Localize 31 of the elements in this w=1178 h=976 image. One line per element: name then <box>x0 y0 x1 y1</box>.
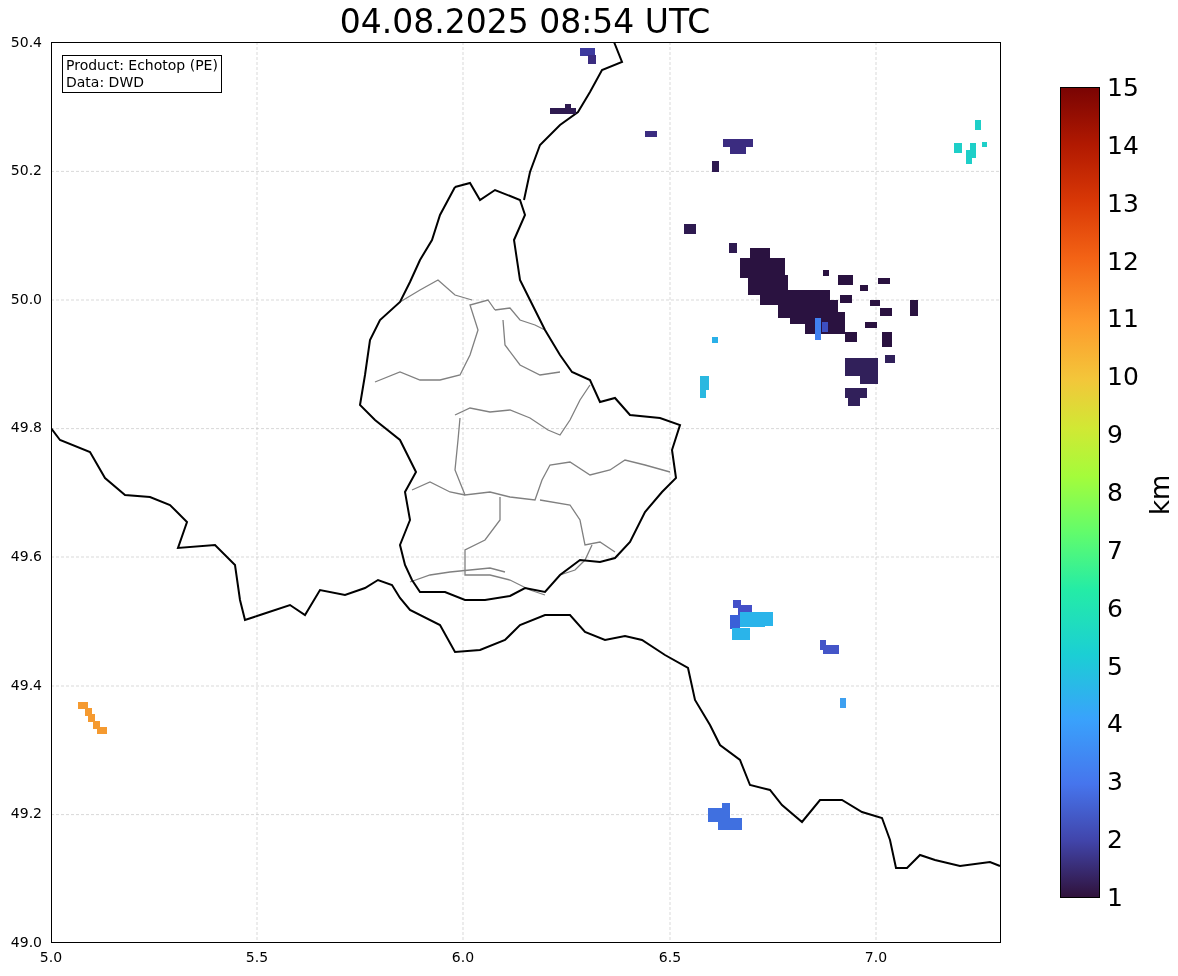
colorbar-tick-label: 14 <box>1107 130 1139 161</box>
colorbar-tick-label: 12 <box>1107 246 1139 277</box>
y-tick-label: 50.4 <box>9 33 42 51</box>
y-tick-label: 49.4 <box>9 676 42 694</box>
info-text: Data: DWD <box>66 74 145 91</box>
colorbar-tick-label: 4 <box>1107 709 1123 740</box>
colorbar-tick-label: 3 <box>1107 767 1123 798</box>
colorbar-tick-label: 2 <box>1107 825 1123 856</box>
x-tick-label: 6.5 <box>657 949 683 966</box>
x-tick-label: 7.0 <box>863 949 889 966</box>
x-tick-label: 6.0 <box>450 949 476 966</box>
colorbar-tick-label: 7 <box>1107 535 1123 566</box>
colorbar-tick-label: 8 <box>1107 478 1123 508</box>
y-tick-label: 49.2 <box>9 805 42 823</box>
x-tick-label: 5.0 <box>38 949 64 966</box>
y-tick-label: 49.8 <box>9 419 42 437</box>
info-text: Product: Echotop (PE) <box>66 57 218 74</box>
y-tick-label: 50.2 <box>9 162 42 180</box>
colorbar-label: km <box>1145 475 1175 515</box>
colorbar-tick-label: 1 <box>1107 883 1123 913</box>
y-tick-label: 49.0 <box>9 933 42 951</box>
x-tick-label: 5.5 <box>244 949 270 966</box>
y-tick-label: 50.0 <box>9 290 42 308</box>
colorbar-tick-label: 15 <box>1107 73 1139 103</box>
colorbar-tick-label: 6 <box>1107 593 1123 624</box>
colorbar-tick-label: 10 <box>1107 362 1139 393</box>
y-tick-label: 49.6 <box>9 547 42 565</box>
colorbar-tick-label: 5 <box>1107 651 1123 682</box>
colorbar-tick-label: 9 <box>1107 420 1123 451</box>
colorbar-tick-label: 11 <box>1107 304 1139 335</box>
colorbar-tick-label: 13 <box>1107 188 1139 219</box>
